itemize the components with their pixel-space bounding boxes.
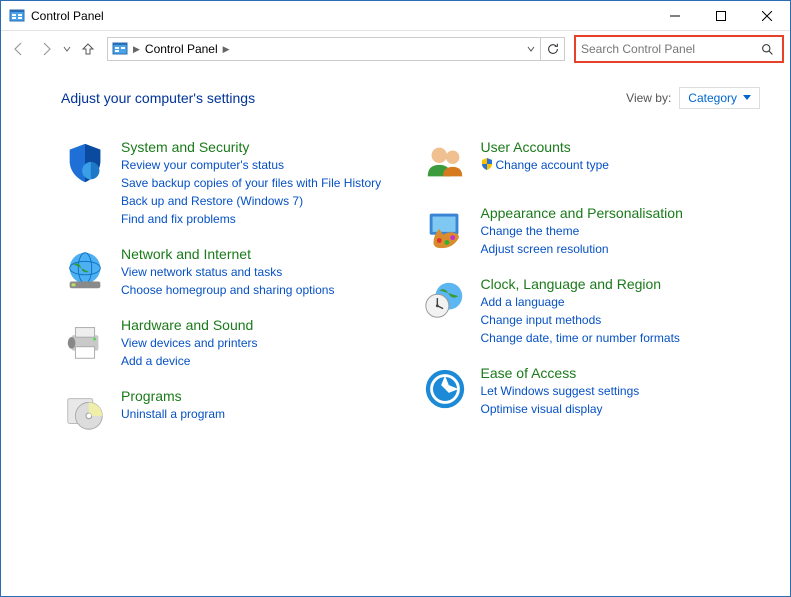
category-link[interactable]: View devices and printers [121,334,401,352]
category-link[interactable]: Change input methods [481,311,761,329]
category-system-security: System and Security Review your computer… [61,139,401,228]
window-title: Control Panel [31,9,104,23]
category-title[interactable]: Network and Internet [121,246,401,262]
category-link[interactable]: Back up and Restore (Windows 7) [121,192,401,210]
window-controls [652,1,790,30]
category-link[interactable]: View network status and tasks [121,263,401,281]
category-link[interactable]: Let Windows suggest settings [481,382,761,400]
category-network: Network and Internet View network status… [61,246,401,299]
category-title[interactable]: Ease of Access [481,365,761,381]
breadcrumb-root[interactable]: Control Panel [145,42,218,56]
category-ease-of-access: Ease of Access Let Windows suggest setti… [421,365,761,418]
viewby-label: View by: [626,91,671,105]
globe-icon [61,246,109,294]
page-heading: Adjust your computer's settings [61,90,255,106]
disc-icon [61,388,109,436]
category-link[interactable]: Uninstall a program [121,405,401,423]
category-title[interactable]: Clock, Language and Region [481,276,761,292]
category-title[interactable]: Hardware and Sound [121,317,401,333]
forward-button[interactable] [34,37,58,61]
category-link[interactable]: Review your computer's status [121,156,401,174]
category-appearance: Appearance and Personalisation Change th… [421,205,761,258]
chevron-right-icon[interactable]: ▶ [133,44,140,55]
back-button[interactable] [7,37,31,61]
category-title[interactable]: User Accounts [481,139,761,155]
clock-globe-icon [421,276,469,324]
viewby-select[interactable]: Category [679,87,760,109]
category-link[interactable]: Find and fix problems [121,210,401,228]
category-link[interactable]: Adjust screen resolution [481,240,761,258]
uac-shield-icon [481,157,493,175]
palette-icon [421,205,469,253]
titlebar: Control Panel [1,1,790,31]
right-column: User Accounts Change account type [421,139,761,454]
category-link[interactable]: Change the theme [481,222,761,240]
category-link[interactable]: Add a language [481,293,761,311]
category-link[interactable]: Optimise visual display [481,400,761,418]
minimize-button[interactable] [652,1,698,30]
content-area: Adjust your computer's settings View by:… [1,67,790,454]
left-column: System and Security Review your computer… [61,139,401,454]
category-link[interactable]: Choose homegroup and sharing options [121,281,401,299]
search-icon[interactable] [757,39,777,59]
category-link[interactable]: Change account type [481,156,761,175]
close-button[interactable] [744,1,790,30]
navbar: ▶ Control Panel ▶ [1,31,790,67]
control-panel-address-icon [112,41,128,57]
history-dropdown[interactable] [61,37,73,61]
category-user-accounts: User Accounts Change account type [421,139,761,187]
category-link[interactable]: Add a device [121,352,401,370]
category-hardware: Hardware and Sound View devices and prin… [61,317,401,370]
search-highlight [574,35,784,63]
up-button[interactable] [76,37,100,61]
dropdown-arrow-icon [743,95,751,101]
chevron-right-icon[interactable]: ▶ [223,44,230,55]
maximize-button[interactable] [698,1,744,30]
control-panel-icon [9,8,25,24]
ease-of-access-icon [421,365,469,413]
category-title[interactable]: Programs [121,388,401,404]
viewby-value: Category [688,91,737,105]
category-programs: Programs Uninstall a program [61,388,401,436]
shield-icon [61,139,109,187]
category-clock-language: Clock, Language and Region Add a languag… [421,276,761,347]
printer-icon [61,317,109,365]
category-link[interactable]: Change date, time or number formats [481,329,761,347]
address-dropdown[interactable] [522,38,540,60]
users-icon [421,139,469,187]
address-bar[interactable]: ▶ Control Panel ▶ [107,37,565,61]
refresh-button[interactable] [540,38,564,60]
category-link[interactable]: Save backup copies of your files with Fi… [121,174,401,192]
category-title[interactable]: Appearance and Personalisation [481,205,761,221]
category-title[interactable]: System and Security [121,139,401,155]
search-input[interactable] [581,42,757,56]
